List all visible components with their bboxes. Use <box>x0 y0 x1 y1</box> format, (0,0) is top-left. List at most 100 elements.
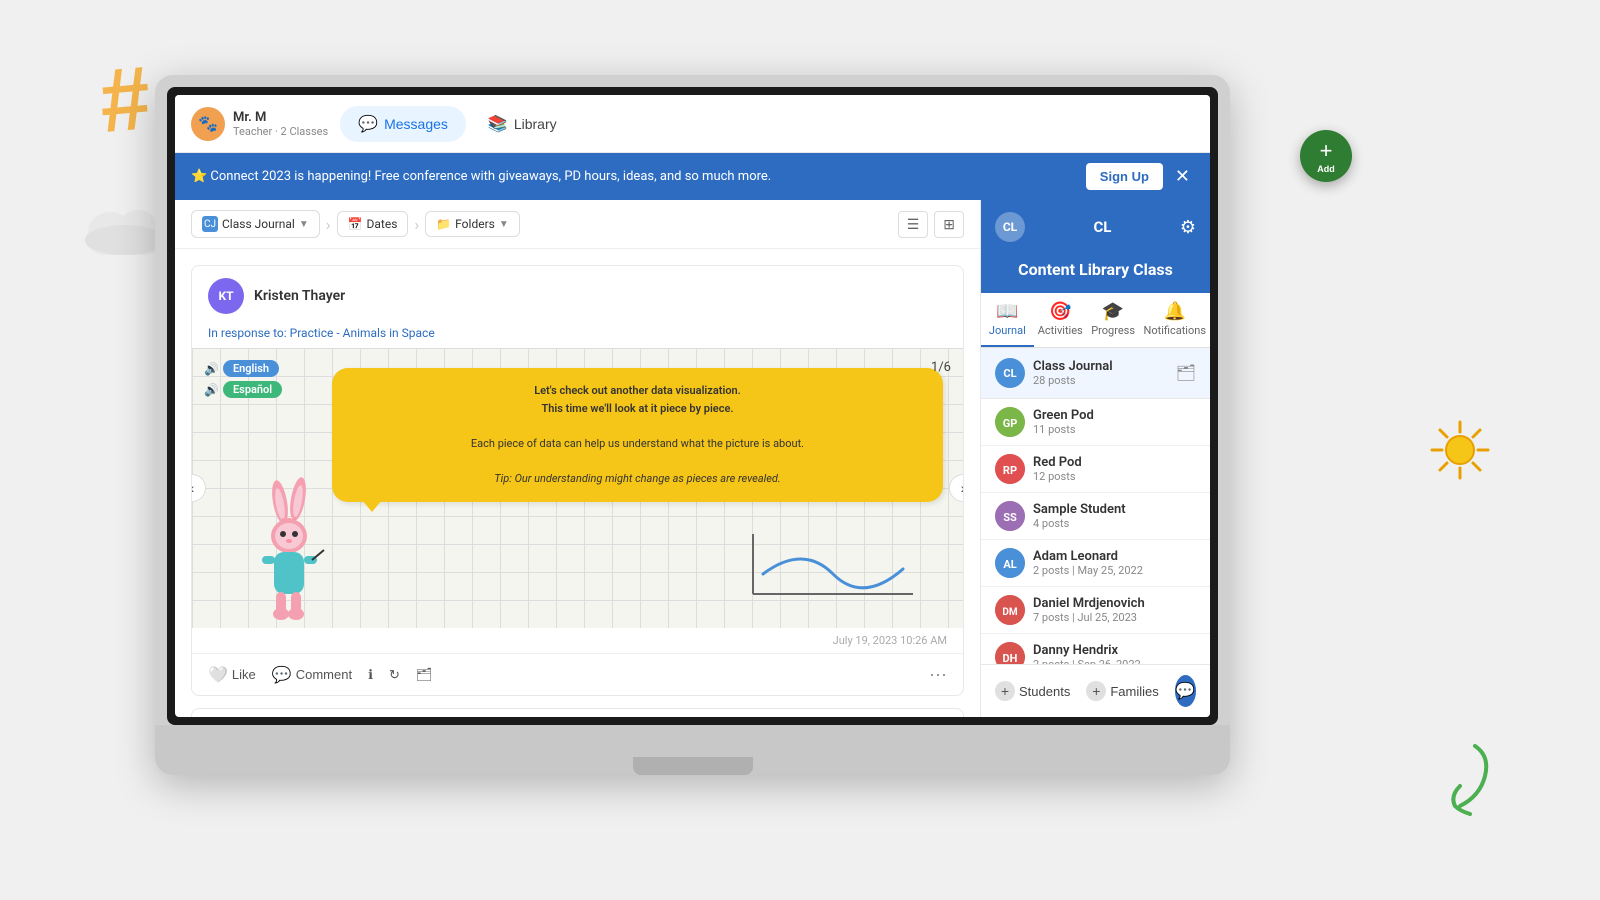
view-toggle: ☰ ⊞ <box>898 211 964 238</box>
post-header: KT Kristen Thayer <box>192 266 963 326</box>
more-options-button[interactable]: ··· <box>929 664 947 685</box>
svg-text:SS: SS <box>1003 511 1017 524</box>
speech-line-4: Tip: Our understanding might change as p… <box>348 470 927 488</box>
progress-tab-icon: 🎓 <box>1102 301 1124 322</box>
speech-line-2: This time we'll look at it piece by piec… <box>348 400 927 418</box>
list-item[interactable]: AL Adam Leonard 2 posts | May 25, 2022 <box>981 540 1210 587</box>
fab-add-button[interactable]: + Add <box>1300 130 1352 182</box>
students-label: Students <box>1019 684 1070 699</box>
list-view-btn[interactable]: ☰ <box>898 211 929 238</box>
filter-bar: CJ Class Journal ▼ › 📅 Dates › <box>175 200 980 249</box>
group-text: Danny Hendrix 2 posts | Sep 26, 2022 <box>1033 643 1196 664</box>
class-journal-folder-btn[interactable]: 🗂 <box>1176 363 1196 383</box>
laptop-base <box>155 725 1230 775</box>
feed-scroll[interactable]: KT Kristen Thayer In response to: Practi… <box>175 249 980 717</box>
chat-icon: 💬 <box>1175 681 1195 701</box>
tab-progress[interactable]: 🎓 Progress <box>1087 293 1140 347</box>
nav-buttons: 💬 Messages 📚 Library <box>340 106 574 142</box>
english-badge: English <box>223 360 279 377</box>
folders-label: Folders <box>455 217 495 231</box>
info-button[interactable]: ℹ <box>368 667 373 683</box>
group-name: Red Pod <box>1033 455 1196 470</box>
class-journal-text: Class Journal 28 posts <box>1033 359 1168 387</box>
banner-text: ⭐ Connect 2023 is happening! Free confer… <box>191 169 1078 184</box>
folders-dropdown-arrow: ▼ <box>499 219 509 230</box>
group-avatar: SS <box>995 501 1025 531</box>
messages-nav-btn[interactable]: 💬 Messages <box>340 106 466 142</box>
list-item[interactable]: DM Daniel Mrdjenovich 7 posts | Jul 25, … <box>981 587 1210 634</box>
sidebar-list[interactable]: CL Class Journal 28 posts 🗂 GP <box>981 348 1210 664</box>
spanish-audio-btn[interactable]: 🔊 <box>204 383 219 397</box>
svg-text:AL: AL <box>1003 558 1016 571</box>
calendar-icon: 📅 <box>348 217 363 231</box>
grid-view-btn[interactable]: ⊞ <box>934 211 964 238</box>
english-audio-btn[interactable]: 🔊 <box>204 362 219 376</box>
list-item[interactable]: DH Danny Hendrix 2 posts | Sep 26, 2022 <box>981 634 1210 664</box>
comment-button[interactable]: 💬 Comment <box>272 665 352 685</box>
post-response-link[interactable]: In response to: Practice - Animals in Sp… <box>192 326 963 348</box>
dates-filter[interactable]: 📅 Dates <box>337 211 409 237</box>
add-families-button[interactable]: + Families <box>1086 681 1158 701</box>
laptop-screen: 🐾 Mr. M Teacher · 2 Classes 💬 Messages 📚 <box>175 95 1210 717</box>
fab-plus-icon: + <box>1320 138 1333 164</box>
class-journal-name: Class Journal <box>1033 359 1168 374</box>
chat-button[interactable]: 💬 <box>1175 675 1196 707</box>
group-name: Adam Leonard <box>1033 549 1196 564</box>
post-card: KT Kristen Thayer In response to: Practi… <box>191 265 964 696</box>
language-badges: 🔊 English 🔊 Español <box>204 360 282 398</box>
share-button[interactable]: ↻ <box>389 667 400 683</box>
group-name: Sample Student <box>1033 502 1196 517</box>
add-students-button[interactable]: + Students <box>995 681 1070 701</box>
folders-filter[interactable]: 📁 Folders ▼ <box>425 211 520 237</box>
svg-text:DH: DH <box>1003 652 1018 664</box>
like-label: Like <box>232 667 256 682</box>
svg-text:RP: RP <box>1003 464 1017 477</box>
save-button[interactable]: 🗂 <box>416 667 433 683</box>
activities-tab-label: Activities <box>1038 324 1083 337</box>
filter-dropdown-arrow: ▼ <box>299 219 309 230</box>
next-post-preview: EL Eugene Li <box>191 708 964 717</box>
class-journal-filter[interactable]: CJ Class Journal ▼ <box>191 210 320 238</box>
group-name: Green Pod <box>1033 408 1196 423</box>
deco-hashtag: # <box>96 53 154 147</box>
sign-up-button[interactable]: Sign Up <box>1086 163 1163 190</box>
svg-text:GP: GP <box>1003 417 1018 430</box>
tab-journal[interactable]: 📖 Journal <box>981 293 1034 347</box>
deco-sun <box>1430 420 1490 480</box>
library-nav-btn[interactable]: 📚 Library <box>470 106 575 142</box>
journal-tab-label: Journal <box>989 324 1026 337</box>
post-timestamp: July 19, 2023 10:26 AM <box>192 628 963 653</box>
feed-panel: CJ Class Journal ▼ › 📅 Dates › <box>175 200 980 717</box>
share-icon: ↻ <box>389 667 400 683</box>
top-nav: 🐾 Mr. M Teacher · 2 Classes 💬 Messages 📚 <box>175 95 1210 153</box>
tab-notifications[interactable]: 🔔 Notifications <box>1139 293 1210 347</box>
filter-sep-2: › <box>414 215 419 234</box>
group-text: Daniel Mrdjenovich 7 posts | Jul 25, 202… <box>1033 596 1196 624</box>
list-item[interactable]: RP Red Pod 12 posts <box>981 446 1210 493</box>
sidebar-settings-button[interactable]: ⚙ <box>1180 217 1196 238</box>
tab-activities[interactable]: 🎯 Activities <box>1034 293 1087 347</box>
user-avatar: 🐾 <box>191 107 225 141</box>
sidebar-cl-badge: CL <box>995 212 1025 242</box>
comment-icon: 💬 <box>272 665 292 685</box>
post-author-avatar: KT <box>208 278 244 314</box>
user-role: Teacher · 2 Classes <box>233 125 328 138</box>
list-item[interactable]: GP Green Pod 11 posts <box>981 399 1210 446</box>
class-journal-item[interactable]: CL Class Journal 28 posts 🗂 <box>981 348 1210 399</box>
spanish-badge: Español <box>223 381 282 398</box>
messages-label: Messages <box>384 116 448 132</box>
user-name: Mr. M <box>233 110 328 125</box>
activities-tab-icon: 🎯 <box>1049 301 1071 322</box>
post-response-text: In response to: Practice - Animals in Sp… <box>208 326 435 340</box>
app-container: 🐾 Mr. M Teacher · 2 Classes 💬 Messages 📚 <box>175 95 1210 717</box>
like-button[interactable]: 🤍 Like <box>208 665 256 685</box>
list-item[interactable]: SS Sample Student 4 posts <box>981 493 1210 540</box>
add-families-icon: + <box>1086 681 1106 701</box>
banner-close-button[interactable]: ✕ <box>1171 166 1194 187</box>
group-avatar: GP <box>995 407 1025 437</box>
post-media: 🔊 English 🔊 Español <box>192 348 963 628</box>
english-badge-wrapper: 🔊 English <box>204 360 282 377</box>
svg-text:DM: DM <box>1002 607 1017 618</box>
dates-label: Dates <box>367 217 398 231</box>
bunny-character <box>252 474 327 628</box>
